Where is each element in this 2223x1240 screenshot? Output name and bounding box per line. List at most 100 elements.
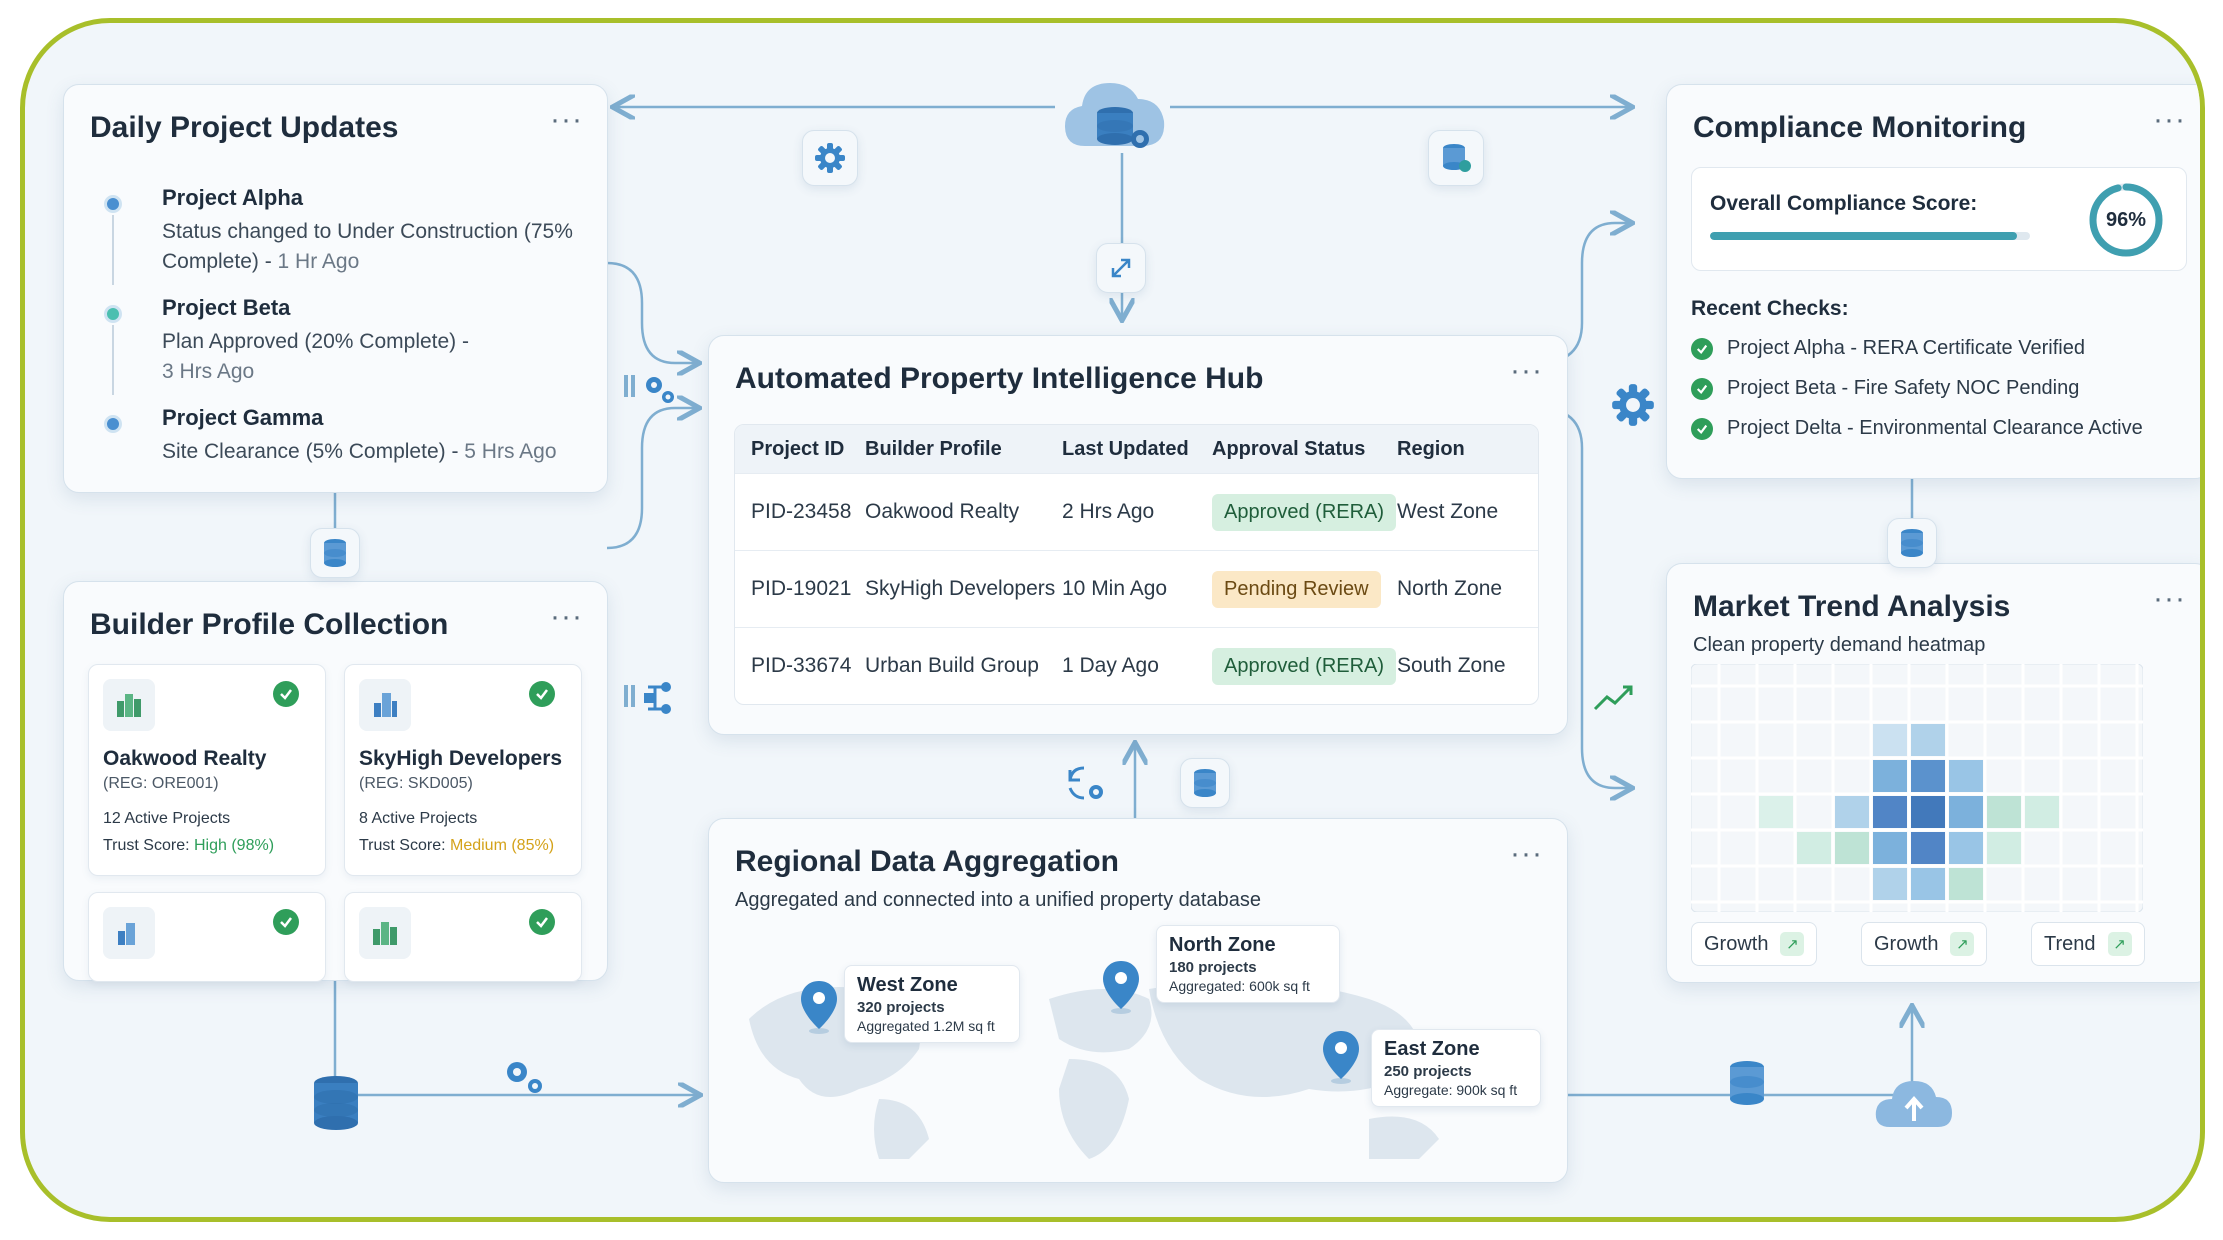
table-row[interactable]: PID-33674 Urban Build Group 1 Day Ago Ap… [735,627,1538,704]
table-row[interactable]: PID-23458 Oakwood Realty 2 Hrs Ago Appro… [735,473,1538,550]
status-cell: Approved (RERA) [1212,493,1397,531]
heatmap-cell [1835,796,1869,828]
builder-trust-score: Trust Score: Medium (85%) [359,837,555,854]
builder-card[interactable] [88,892,326,982]
gear-icon[interactable] [1606,378,1660,432]
more-options-button[interactable]: ··· [2153,103,2186,137]
sync-icon[interactable] [1060,758,1110,808]
upload-cloud-icon[interactable] [1872,1073,1956,1133]
heatmap-cell [1873,796,1907,828]
heatmap-cell [1987,796,2021,828]
database-icon[interactable] [308,1073,364,1133]
check-item[interactable]: Project Beta - Fire Safety NOC Pending [1691,377,2079,400]
expand-arrows-icon[interactable] [1096,243,1146,293]
heatmap-cell [1949,796,1983,828]
more-options-button[interactable]: ··· [1510,837,1543,871]
zone-callout[interactable]: West Zone 320 projects Aggregated 1.2M s… [844,965,1020,1043]
builder-card[interactable]: Oakwood Realty (REG: ORE001) 12 Active P… [88,664,326,876]
project-id-cell: PID-19021 [751,577,852,600]
column-header[interactable]: Region [1397,438,1537,461]
zone-aggregate: Aggregated: 600k sq ft [1169,978,1310,994]
update-description: Status changed to Under Construction (75… [162,220,573,273]
database-icon[interactable] [1180,758,1230,808]
gear-icon[interactable] [802,130,858,186]
heatmap-cell [1949,868,1983,900]
more-options-button[interactable]: ··· [1510,354,1543,388]
zone-callout[interactable]: North Zone 180 projects Aggregated: 600k… [1156,925,1340,1003]
status-cell: Approved (RERA) [1212,647,1397,685]
daily-project-updates-card: Daily Project Updates ··· Project Alpha … [63,84,608,493]
update-project-name: Project Beta [162,295,291,320]
more-options-button[interactable]: ··· [2153,582,2186,616]
card-subtitle: Aggregated and connected into a unified … [735,889,1261,911]
card-title: Daily Project Updates [90,111,399,144]
zone-name: West Zone [857,974,958,996]
trend-button[interactable]: Trend ↗ [2031,922,2145,966]
map-pin-icon[interactable] [799,979,839,1035]
zone-callout[interactable]: East Zone 250 projects Aggregate: 900k s… [1371,1029,1541,1107]
status-dot-icon [104,415,122,433]
map-pin-icon[interactable] [1101,959,1141,1015]
timeline-line [112,215,114,285]
builder-name: Oakwood Realty [103,747,267,770]
projects-table: Project ID Builder Profile Last Updated … [734,424,1539,705]
card-subtitle: Clean property demand heatmap [1693,634,1986,656]
more-options-button[interactable]: ··· [550,600,583,634]
property-intelligence-hub-card: Automated Property Intelligence Hub ··· … [708,335,1568,735]
check-item[interactable]: Project Alpha - RERA Certificate Verifie… [1691,337,2085,360]
heatmap-cell [2025,796,2059,828]
score-value: 96% [2105,208,2147,231]
gear-icon[interactable] [622,363,682,413]
database-icon[interactable] [1428,130,1484,186]
table-row[interactable]: PID-19021 SkyHigh Developers 10 Min Ago … [735,550,1538,627]
heatmap-cell [1911,868,1945,900]
column-header[interactable]: Project ID [735,438,865,461]
heatmap-cell [1911,760,1945,792]
gear-icon[interactable] [495,1053,555,1103]
builder-projects: 12 Active Projects [103,810,231,827]
heatmap-cell [1911,832,1945,864]
column-header[interactable]: Approval Status [1212,438,1397,461]
dashboard-frame: Daily Project Updates ··· Project Alpha … [20,18,2205,1222]
table-header: Project ID Builder Profile Last Updated … [735,425,1538,473]
check-icon [1691,337,1713,360]
project-id-cell: PID-23458 [751,500,852,523]
heatmap-cell [1797,832,1831,864]
score-progress-bar [1710,232,2030,240]
builder-name: SkyHigh Developers [359,747,563,770]
zone-name: East Zone [1384,1038,1480,1060]
builder-card[interactable]: SkyHigh Developers (REG: SKD005) 8 Activ… [344,664,582,876]
database-icon[interactable] [310,528,360,578]
card-title: Regional Data Aggregation [735,845,1119,878]
builder-card[interactable] [344,892,582,982]
trend-up-icon[interactable] [1590,678,1640,718]
database-icon[interactable] [1887,518,1937,568]
builder-profile-collection-card: Builder Profile Collection ··· Oakwood R… [63,581,608,982]
map-pin-icon[interactable] [1321,1029,1361,1085]
check-icon [1691,377,1713,400]
cloud-database-icon[interactable] [1060,71,1170,161]
regional-data-aggregation-card: Regional Data Aggregation ··· Aggregated… [708,818,1568,1183]
demand-heatmap [1691,664,2143,912]
growth-button[interactable]: Growth ↗ [1861,922,1988,966]
growth-button[interactable]: Growth ↗ [1691,922,1818,966]
update-description: Plan Approved (20% Complete) -3 Hrs Ago [162,330,469,383]
recent-checks-title: Recent Checks: [1691,297,1849,320]
heatmap-cell [1873,868,1907,900]
builder-cell: Urban Build Group [865,654,1039,677]
zone-name: North Zone [1169,934,1276,956]
more-options-button[interactable]: ··· [550,103,583,137]
status-badge: Pending Review [1212,570,1381,608]
region-cell: North Zone [1397,577,1503,600]
network-nodes-icon[interactable] [622,673,682,723]
heatmap-cell [1835,832,1869,864]
database-icon[interactable] [1725,1058,1769,1108]
column-header[interactable]: Builder Profile [865,438,1062,461]
verified-check-icon [273,681,299,707]
column-header[interactable]: Last Updated [1062,438,1212,461]
status-badge: Approved (RERA) [1212,493,1397,531]
check-item[interactable]: Project Delta - Environmental Clearance … [1691,417,2143,440]
update-description: Site Clearance (5% Complete) - 5 Hrs Ago [162,440,557,463]
building-icon [103,907,155,959]
score-label: Overall Compliance Score: [1710,192,1978,215]
